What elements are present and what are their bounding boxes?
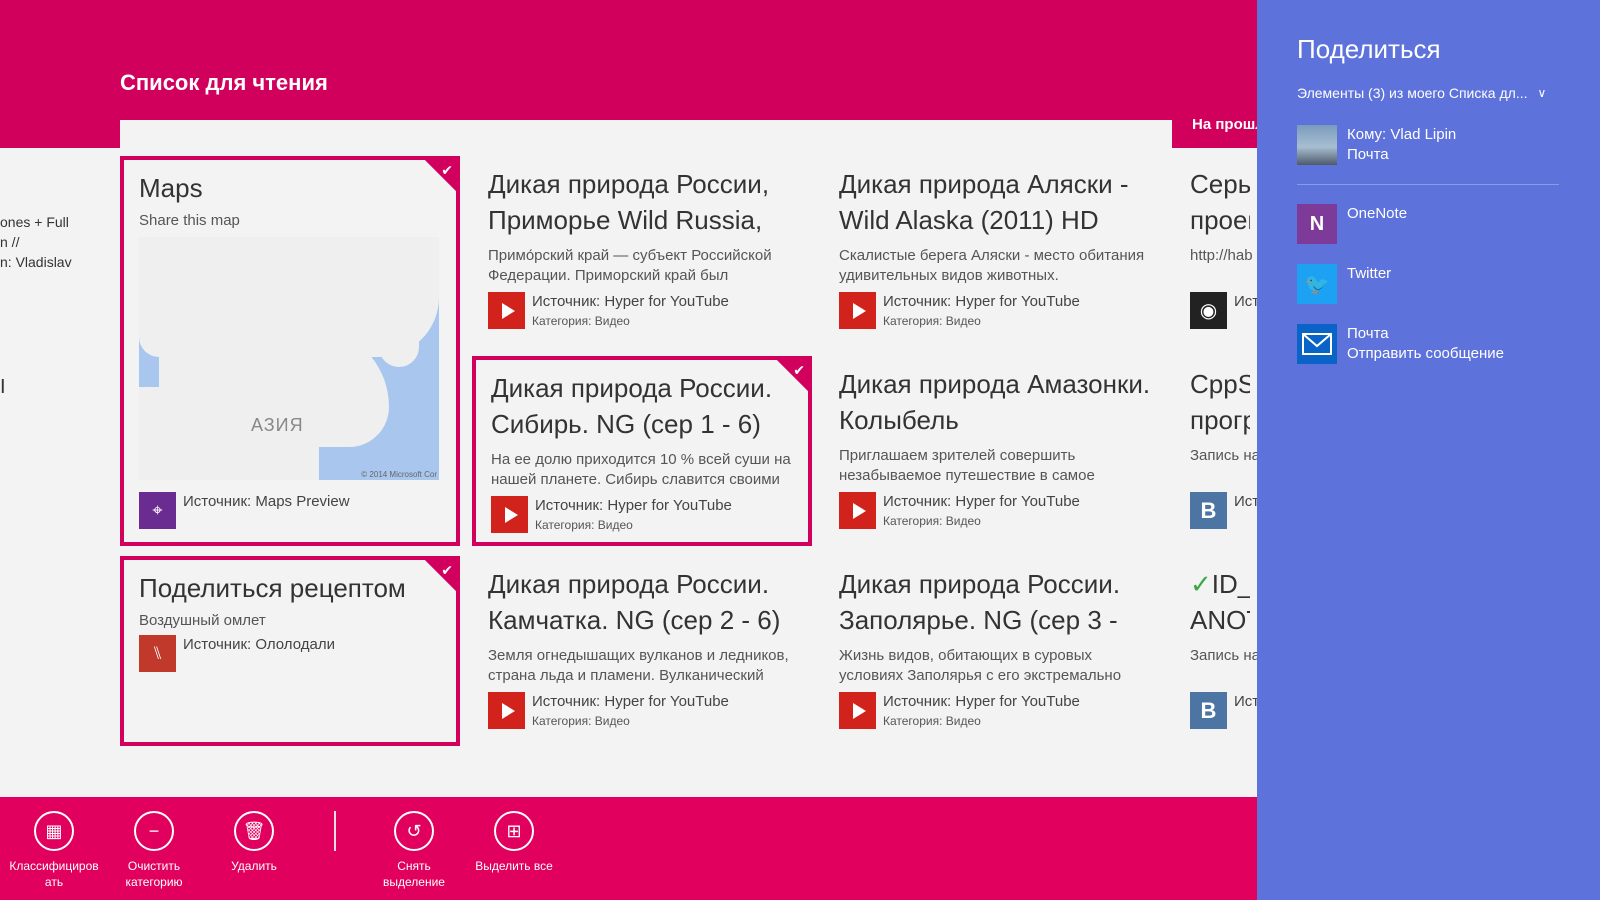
tile-source: Источник: Hyper for YouTube	[535, 497, 732, 514]
play-icon	[839, 492, 876, 529]
tile-video-alaska[interactable]: Дикая природа Аляски - Wild Alaska (2011…	[823, 166, 1163, 350]
twitter-icon: 🐦	[1297, 264, 1337, 304]
tile-source: Ист	[1234, 293, 1257, 310]
map-region-label: АЗИЯ	[251, 415, 304, 435]
select-all-button[interactable]: ⊞ Выделить все	[464, 811, 564, 874]
tile-title: CppSt прогр	[1190, 369, 1250, 435]
vk-icon: В	[1190, 492, 1227, 529]
mail-icon	[1297, 324, 1337, 364]
play-icon	[488, 292, 525, 329]
tile-title: Серье проек	[1190, 169, 1250, 235]
tile-source: Источник: Hyper for YouTube	[883, 493, 1080, 510]
section-header[interactable]: На прошлой неделе	[1192, 116, 1257, 133]
share-charm-pane: Поделиться Элементы (3) из моего Списка …	[1257, 0, 1600, 900]
classify-button[interactable]: ▦ Классифицировать	[4, 811, 104, 890]
page-title: Список для чтения	[120, 70, 328, 95]
tile-description: http://hab	[1190, 247, 1253, 264]
tile-article-series[interactable]: Серье проек http://hab ◉ Ист	[1174, 166, 1257, 350]
tile-source: Источник: Hyper for YouTube	[883, 693, 1080, 710]
tile-source: Источник: Hyper for YouTube	[532, 693, 729, 710]
share-title: Поделиться	[1297, 34, 1441, 64]
tile-title: Поделиться рецептом	[139, 573, 406, 603]
tile-description: Жизнь видов, обитающих в суровых условия…	[839, 647, 1122, 684]
share-contact-mail[interactable]: Кому: Vlad Lipin Почта	[1297, 125, 1456, 165]
delete-button[interactable]: 🗑 Удалить	[204, 811, 304, 874]
tile-title: Дикая природа России, Приморье Wild Russ…	[488, 169, 770, 235]
categorize-icon: ▦	[34, 811, 74, 851]
tile-subtitle: Воздушный омлет	[139, 612, 266, 629]
tile-description: На ее долю приходится 10 % всей суши на …	[491, 451, 791, 488]
vk-icon: В	[1190, 692, 1227, 729]
share-onenote[interactable]: N OneNote	[1297, 204, 1407, 244]
deselect-button[interactable]: ↺ Снять выделение	[364, 811, 464, 890]
tile-source: Ист	[1234, 693, 1257, 710]
tile-source: Ист	[1234, 493, 1257, 510]
select-all-icon: ⊞	[494, 811, 534, 851]
tile-category: Категория: Видео	[532, 714, 630, 728]
tile-description: Приглашаем зрителей совершить незабываем…	[839, 447, 1095, 484]
undo-selection-icon: ↺	[394, 811, 434, 851]
trash-icon: 🗑	[234, 811, 274, 851]
share-twitter[interactable]: 🐦 Twitter	[1297, 264, 1391, 304]
play-icon	[491, 496, 528, 533]
globe-icon: ◉	[1190, 292, 1227, 329]
tile-category: Категория: Видео	[883, 314, 981, 328]
chevron-down-icon: ∨	[1537, 86, 1547, 100]
play-icon	[839, 692, 876, 729]
play-icon	[488, 692, 525, 729]
content-strip	[120, 120, 1172, 150]
share-items-dropdown[interactable]: Элементы (3) из моего Списка дл... ∨	[1297, 85, 1546, 101]
tile-source: Источник: Maps Preview	[183, 493, 350, 510]
tile-video-amazon[interactable]: Дикая природа Амазонки. Колыбель Приглаш…	[823, 366, 1163, 550]
tile-title: Дикая природа России. Сибирь. NG (сер 1 …	[491, 373, 773, 439]
tile-maps[interactable]: ✔ Maps Share this map АЗИЯ © 2014 Micros…	[120, 156, 460, 546]
tile-recipe[interactable]: ✔ Поделиться рецептом Воздушный омлет ⑊ …	[120, 556, 460, 746]
tile-video-kamchatka[interactable]: Дикая природа России. Камчатка. NG (сер …	[472, 566, 812, 750]
tile-title: Дикая природа России. Камчатка. NG (сер …	[488, 569, 781, 635]
maps-app-icon: ⌖	[139, 492, 176, 529]
tile-title: Дикая природа Амазонки. Колыбель	[839, 369, 1151, 435]
tile-title: ✓ID_Z ANOT	[1190, 569, 1250, 635]
contact-avatar	[1297, 125, 1337, 165]
tile-category: Категория: Видео	[535, 518, 633, 532]
tile-category: Категория: Видео	[883, 514, 981, 528]
onenote-icon: N	[1297, 204, 1337, 244]
tile-category: Категория: Видео	[883, 714, 981, 728]
tile-video-siberia[interactable]: ✔ Дикая природа России. Сибирь. NG (сер …	[472, 356, 812, 546]
appbar-separator	[334, 811, 336, 851]
play-icon	[839, 292, 876, 329]
tile-subtitle: Share this map	[139, 212, 240, 229]
tile-title: Дикая природа России. Заполярье. NG (сер…	[839, 569, 1121, 635]
map-copyright: © 2014 Microsoft Cor	[361, 470, 437, 479]
left-peek-mark: I	[0, 376, 6, 398]
tile-source: Источник: Hyper for YouTube	[532, 293, 729, 310]
left-peek-text: ones + Full n // n: Vladislav	[0, 214, 72, 270]
tile-source: Источник: Ололодали	[183, 636, 335, 653]
reading-list-app: Список для чтения На прошлой неделе ones…	[0, 0, 1257, 900]
fork-knife-icon: ⑊	[139, 635, 176, 672]
map-thumbnail: АЗИЯ © 2014 Microsoft Cor	[139, 237, 439, 480]
share-mail[interactable]: Почта Отправить сообщение	[1297, 324, 1504, 364]
tile-video-arctic[interactable]: Дикая природа России. Заполярье. NG (сер…	[823, 566, 1163, 750]
tile-video-primorye[interactable]: Дикая природа России, Приморье Wild Russ…	[472, 166, 812, 350]
tile-description: Запись на	[1190, 647, 1257, 664]
tile-category: Категория: Видео	[532, 314, 630, 328]
clear-category-button[interactable]: − Очистить категорию	[104, 811, 204, 890]
tile-description: Земля огнедышащих вулканов и ледников, с…	[488, 647, 789, 684]
tile-description: Скалистые берега Аляски - место обитания…	[839, 247, 1145, 284]
minus-icon: −	[134, 811, 174, 851]
tile-article-idz[interactable]: ✓ID_Z ANOT Запись на В Ист	[1174, 566, 1257, 750]
tile-article-cppst[interactable]: CppSt прогр Запись на В Ист	[1174, 366, 1257, 550]
tile-title: Дикая природа Аляски - Wild Alaska (2011…	[839, 169, 1129, 235]
green-check-icon: ✓	[1190, 569, 1212, 599]
tile-description: Примо́рский край — субъект Российской Фе…	[488, 247, 772, 284]
tile-description: Запись на	[1190, 447, 1257, 464]
tile-source: Источник: Hyper for YouTube	[883, 293, 1080, 310]
app-bar: ▦ Классифицировать − Очистить категорию …	[0, 797, 1257, 900]
tile-title: Maps	[139, 173, 203, 203]
charm-divider	[1297, 184, 1559, 185]
